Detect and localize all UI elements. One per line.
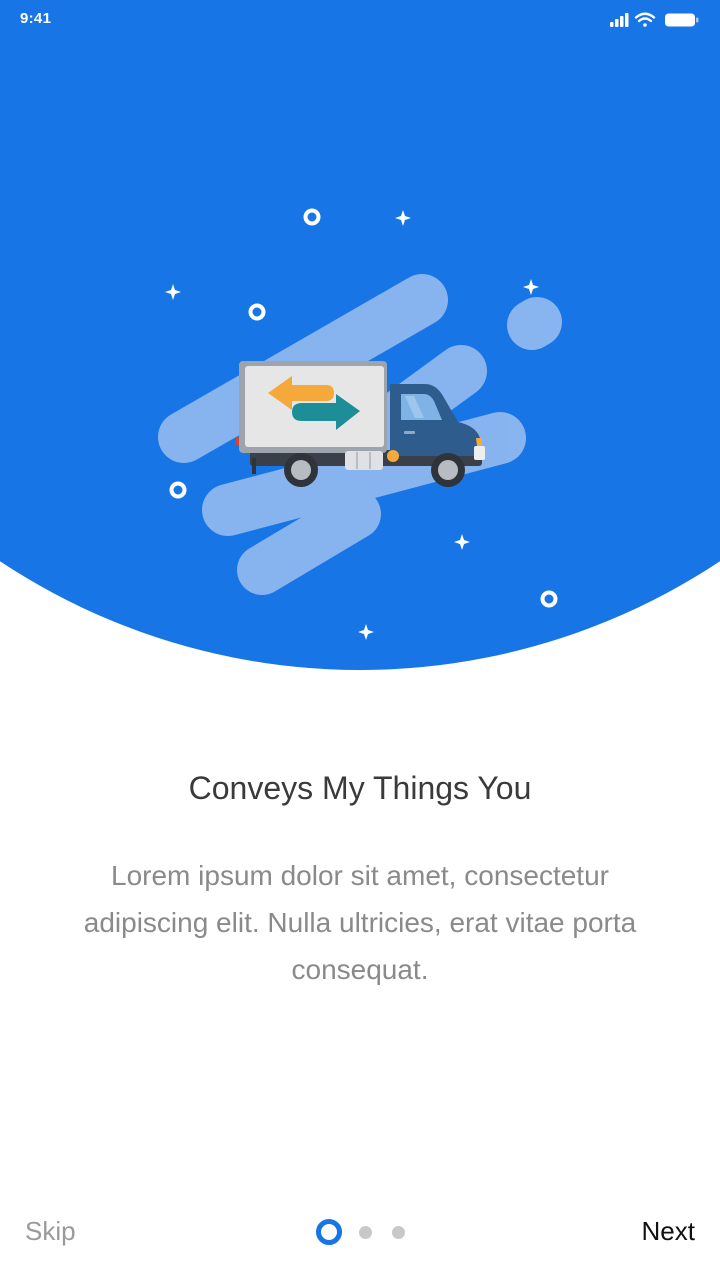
skip-button[interactable]: Skip bbox=[25, 1216, 76, 1247]
page-indicator bbox=[316, 1219, 416, 1245]
page-dot-active[interactable] bbox=[316, 1219, 342, 1245]
ring-sparkle-icon bbox=[248, 303, 266, 321]
page-dot[interactable] bbox=[392, 1226, 405, 1239]
ring-sparkle-icon bbox=[540, 590, 558, 608]
onboarding-description: Lorem ipsum dolor sit amet, consectetur … bbox=[83, 860, 637, 985]
onboarding-title: Conveys My Things You bbox=[188, 770, 532, 806]
delivery-truck-illustration bbox=[158, 208, 562, 640]
ring-sparkle-icon bbox=[169, 481, 187, 499]
next-button[interactable]: Next bbox=[642, 1216, 695, 1247]
onboarding-screen: 9:41 Conveys My Things You Lorem ipsum d… bbox=[0, 0, 720, 1280]
page-dot[interactable] bbox=[359, 1226, 372, 1239]
ring-sparkle-icon bbox=[303, 208, 321, 226]
